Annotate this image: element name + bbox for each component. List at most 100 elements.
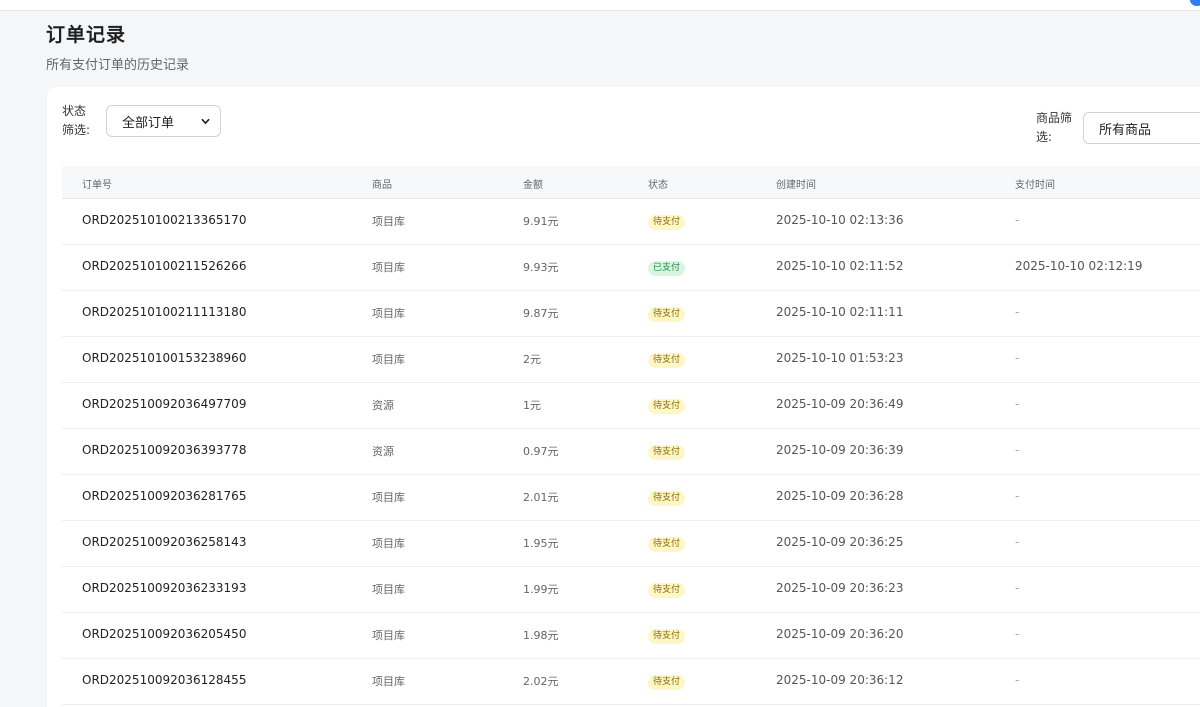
- table-row[interactable]: ORD202510092036205450 项目库 1.98元 待支付 2025-10-…: [62, 613, 1200, 659]
- status-badge: 待支付: [648, 307, 686, 322]
- product-cell: 项目库: [372, 583, 405, 596]
- paid-time-cell: -: [1015, 443, 1020, 457]
- status-badge: 已支付: [648, 261, 686, 276]
- paid-time-cell: -: [1015, 213, 1020, 227]
- created-time-cell: 2025-10-09 20:36:12: [776, 673, 904, 687]
- amount-cell: 9.93元: [523, 261, 559, 274]
- created-time-cell: 2025-10-10 02:11:11: [776, 305, 904, 319]
- status-cell: 待支付: [648, 581, 686, 598]
- page-header: 订单记录 所有支付订单的历史记录: [46, 20, 189, 73]
- product-filter-select[interactable]: 所有商品: [1083, 112, 1200, 144]
- status-badge: 待支付: [648, 491, 686, 506]
- status-cell: 待支付: [648, 673, 686, 690]
- amount-cell: 1.95元: [523, 537, 559, 550]
- page-title: 订单记录: [46, 24, 127, 46]
- table-row[interactable]: ORD202510092036497709 资源 1元 待支付 2025-10-09 2…: [62, 383, 1200, 429]
- orders-card: 状态筛选: 全部订单 商品筛选: 所有商品 订单号 商品 金额 状态 创建时间 …: [47, 87, 1200, 707]
- table-header-row: 订单号 商品 金额 状态 创建时间 支付时间: [62, 166, 1200, 199]
- orders-table: 订单号 商品 金额 状态 创建时间 支付时间 ORD20251010021336…: [62, 166, 1200, 705]
- header-status: 状态: [648, 180, 668, 191]
- order-no-cell: ORD202510092036497709: [82, 397, 247, 411]
- table-row[interactable]: ORD202510092036233193 项目库 1.99元 待支付 2025-10-…: [62, 567, 1200, 613]
- status-filter-select[interactable]: 全部订单: [106, 105, 221, 137]
- notification-dot-icon[interactable]: [1190, 0, 1200, 6]
- created-time-cell: 2025-10-09 20:36:28: [776, 489, 904, 503]
- order-no-cell: ORD202510092036258143: [82, 535, 247, 549]
- status-badge: 待支付: [648, 445, 686, 460]
- order-no-cell: ORD202510092036205450: [82, 627, 247, 641]
- created-time-cell: 2025-10-09 20:36:20: [776, 627, 904, 641]
- amount-cell: 0.97元: [523, 445, 559, 458]
- created-time-cell: 2025-10-09 20:36:39: [776, 443, 904, 457]
- table-row[interactable]: ORD202510100153238960 项目库 2元 待支付 2025-10-10 …: [62, 337, 1200, 383]
- product-filter-value: 所有商品: [1099, 122, 1152, 138]
- order-no-cell: ORD202510092036233193: [82, 581, 247, 595]
- chevron-down-icon: [201, 118, 210, 124]
- amount-cell: 2.01元: [523, 491, 559, 504]
- header-order-no: 订单号: [82, 180, 112, 191]
- order-no-cell: ORD202510092036281765: [82, 489, 247, 503]
- order-no-cell: ORD202510100211526266: [82, 259, 247, 273]
- status-cell: 待支付: [648, 535, 686, 552]
- header-amount: 金额: [523, 180, 543, 191]
- header-paid-time: 支付时间: [1015, 180, 1055, 191]
- created-time-cell: 2025-10-09 20:36:49: [776, 397, 904, 411]
- status-badge: 待支付: [648, 215, 686, 230]
- header-created-time: 创建时间: [776, 180, 816, 191]
- order-no-cell: ORD202510100211113180: [82, 305, 247, 319]
- status-cell: 待支付: [648, 397, 686, 414]
- created-time-cell: 2025-10-09 20:36:25: [776, 535, 904, 549]
- paid-time-cell: -: [1015, 627, 1020, 641]
- table-row[interactable]: ORD202510100211526266 项目库 9.93元 已支付 2025-10-…: [62, 245, 1200, 291]
- order-no-cell: ORD202510100213365170: [82, 213, 247, 227]
- amount-cell: 9.91元: [523, 215, 559, 228]
- order-no-cell: ORD202510092036128455: [82, 673, 247, 687]
- status-cell: 已支付: [648, 259, 686, 276]
- paid-time-cell: 2025-10-10 02:12:19: [1015, 259, 1143, 273]
- table-row[interactable]: ORD202510092036281765 项目库 2.01元 待支付 2025-10-…: [62, 475, 1200, 521]
- status-cell: 待支付: [648, 443, 686, 460]
- order-no-cell: ORD202510100153238960: [82, 351, 247, 365]
- status-badge: 待支付: [648, 399, 686, 414]
- amount-cell: 1.99元: [523, 583, 559, 596]
- paid-time-cell: -: [1015, 305, 1020, 319]
- product-cell: 资源: [372, 399, 394, 412]
- table-row[interactable]: ORD202510100213365170 项目库 9.91元 待支付 2025-10-…: [62, 199, 1200, 245]
- product-cell: 资源: [372, 445, 394, 458]
- created-time-cell: 2025-10-10 02:11:52: [776, 259, 904, 273]
- table-row[interactable]: ORD202510092036393778 资源 0.97元 待支付 2025-10-0…: [62, 429, 1200, 475]
- status-badge: 待支付: [648, 675, 686, 690]
- paid-time-cell: -: [1015, 489, 1020, 503]
- created-time-cell: 2025-10-09 20:36:23: [776, 581, 904, 595]
- amount-cell: 1元: [523, 399, 541, 412]
- created-time-cell: 2025-10-10 02:13:36: [776, 213, 904, 227]
- status-badge: 待支付: [648, 353, 686, 368]
- status-cell: 待支付: [648, 627, 686, 644]
- status-cell: 待支付: [648, 213, 686, 230]
- table-body: ORD202510100213365170 项目库 9.91元 待支付 2025-10-…: [62, 199, 1200, 705]
- table-row[interactable]: ORD202510100211113180 项目库 9.87元 待支付 2025-10-…: [62, 291, 1200, 337]
- product-cell: 项目库: [372, 491, 405, 504]
- amount-cell: 1.98元: [523, 629, 559, 642]
- status-badge: 待支付: [648, 629, 686, 644]
- paid-time-cell: -: [1015, 397, 1020, 411]
- product-cell: 项目库: [372, 353, 405, 366]
- top-bar: [0, 0, 1200, 11]
- table-row[interactable]: ORD202510092036128455 项目库 2.02元 待支付 2025-10-…: [62, 659, 1200, 705]
- product-cell: 项目库: [372, 537, 405, 550]
- status-cell: 待支付: [648, 351, 686, 368]
- status-filter-value: 全部订单: [122, 115, 175, 131]
- status-badge: 待支付: [648, 537, 686, 552]
- product-cell: 项目库: [372, 629, 405, 642]
- product-cell: 项目库: [372, 261, 405, 274]
- table-row[interactable]: ORD202510092036258143 项目库 1.95元 待支付 2025-10-…: [62, 521, 1200, 567]
- status-filter-label: 状态筛选:: [62, 104, 91, 137]
- amount-cell: 2元: [523, 353, 541, 366]
- product-cell: 项目库: [372, 307, 405, 320]
- status-badge: 待支付: [648, 583, 686, 598]
- page-subtitle: 所有支付订单的历史记录: [46, 58, 190, 73]
- status-cell: 待支付: [648, 489, 686, 506]
- amount-cell: 9.87元: [523, 307, 559, 320]
- order-no-cell: ORD202510092036393778: [82, 443, 247, 457]
- created-time-cell: 2025-10-10 01:53:23: [776, 351, 904, 365]
